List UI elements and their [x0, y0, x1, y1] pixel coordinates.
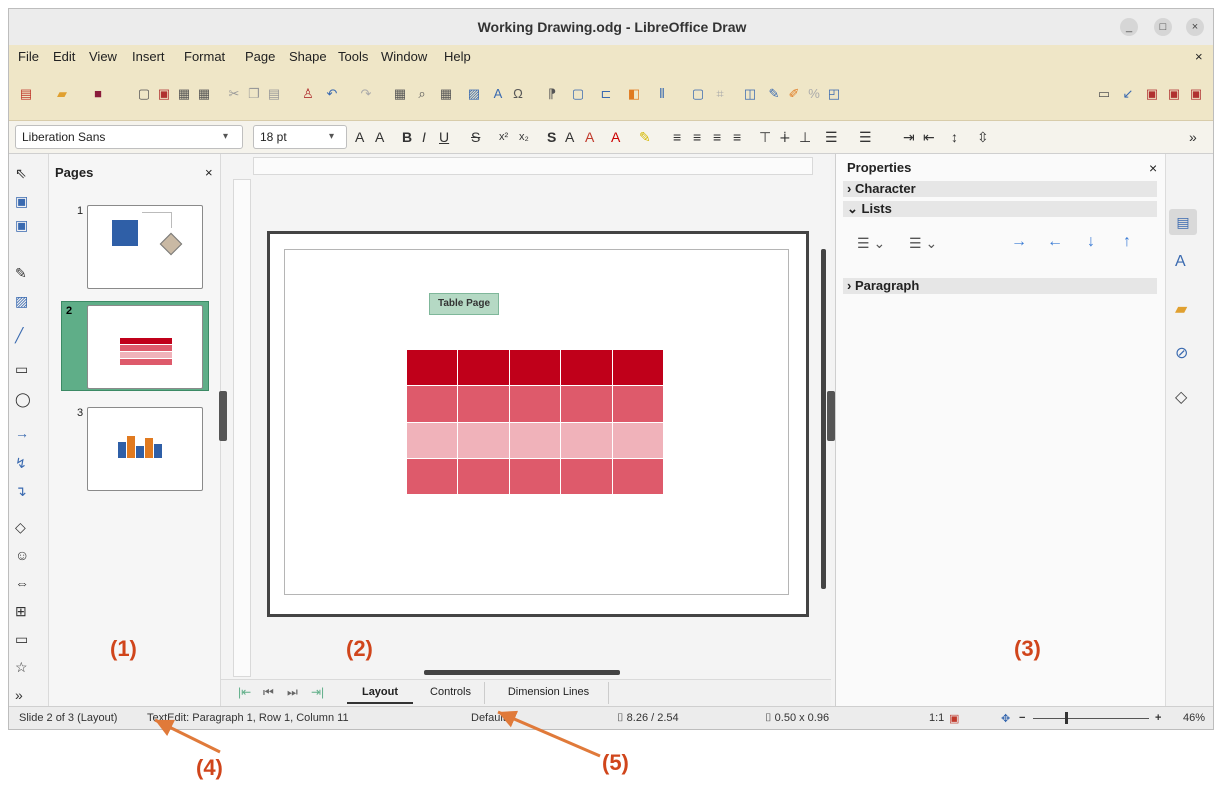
- callout-arrows: [154, 710, 601, 758]
- arrow-4: [154, 718, 221, 754]
- arrow-5: [497, 710, 601, 758]
